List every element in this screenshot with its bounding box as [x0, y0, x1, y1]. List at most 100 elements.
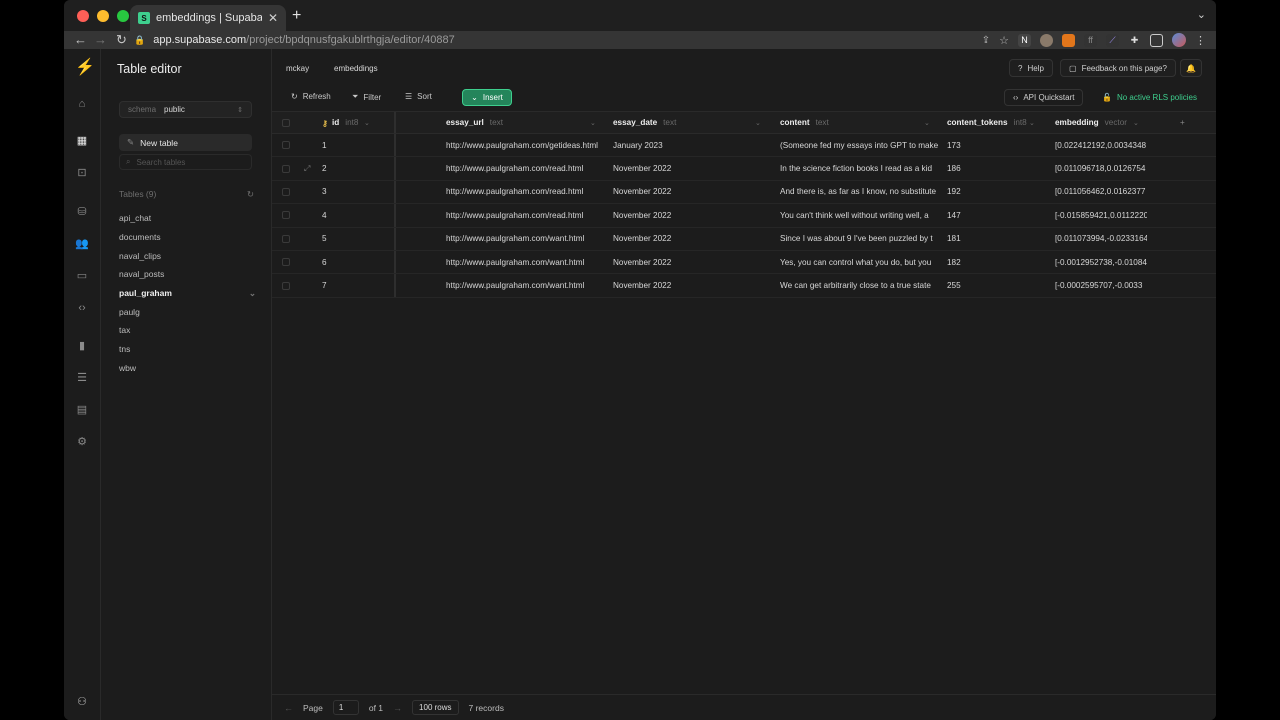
sql-editor-icon[interactable]: ⊡: [75, 166, 89, 180]
table-cell[interactable]: http://www.paulgraham.com/getideas.html: [442, 134, 604, 156]
table-cell[interactable]: 192: [943, 181, 1043, 203]
reports-icon[interactable]: ▮: [75, 339, 89, 353]
select-all-checkbox[interactable]: [282, 118, 290, 127]
table-row[interactable]: ⤢ 2 http://www.paulgraham.com/read.html Nov…: [272, 157, 1216, 181]
close-window-button[interactable]: [77, 10, 89, 22]
maximize-window-button[interactable]: [117, 10, 129, 22]
table-cell[interactable]: (Someone fed my essays into GPT to make: [776, 134, 938, 156]
add-column-icon[interactable]: +: [1176, 112, 1185, 133]
table-cell[interactable]: 5: [318, 228, 378, 250]
profile-avatar[interactable]: [1172, 33, 1186, 47]
table-cell[interactable]: In the science fiction books I read as a…: [776, 157, 938, 179]
puzzle-extensions-icon[interactable]: ✚: [1128, 34, 1141, 47]
column-menu-chevron-icon[interactable]: ⌄: [755, 119, 761, 127]
table-cell[interactable]: 147: [943, 204, 1043, 226]
column-header[interactable]: ⚷ id int8 ⌄: [318, 112, 378, 133]
storage-icon[interactable]: ▭: [75, 269, 89, 283]
tab-search-chevron-icon[interactable]: ⌄: [1197, 8, 1206, 21]
row-checkbox[interactable]: [282, 234, 290, 243]
sidebar-table-item[interactable]: wbw: [119, 359, 256, 378]
breadcrumb-project[interactable]: mckay: [286, 64, 309, 73]
table-options-chevron-icon[interactable]: ⌄: [249, 288, 256, 299]
column-menu-chevron-icon[interactable]: ⌄: [590, 119, 596, 127]
new-table-button[interactable]: ✎ New table: [119, 134, 252, 151]
expand-row-icon[interactable]: ⤢: [304, 164, 311, 174]
sidebar-table-item[interactable]: documents: [119, 228, 256, 247]
table-cell[interactable]: 4: [318, 204, 378, 226]
forward-arrow-icon[interactable]: →: [94, 32, 107, 47]
rls-policies-button[interactable]: 🔓 No active RLS policies: [1094, 89, 1205, 106]
table-cell[interactable]: 2: [318, 157, 378, 179]
minimize-window-button[interactable]: [97, 10, 109, 22]
schema-select[interactable]: schema public ⇕: [119, 101, 252, 118]
column-menu-chevron-icon[interactable]: ⌄: [1029, 119, 1035, 127]
table-cell[interactable]: Since I was about 9 I've been puzzled by…: [776, 228, 938, 250]
table-cell[interactable]: [0.011073994,-0.0233164: [1051, 228, 1147, 250]
chrome-menu-icon[interactable]: ⋮: [1195, 34, 1206, 47]
database-icon[interactable]: ⛁: [75, 205, 89, 219]
sidebar-table-item[interactable]: api_chat: [119, 209, 256, 228]
page-input[interactable]: 1: [332, 700, 359, 715]
rows-per-page-select[interactable]: 100 rows: [412, 700, 459, 715]
table-cell[interactable]: [-0.015859421,0.0112220: [1051, 204, 1147, 226]
table-row[interactable]: 4 http://www.paulgraham.com/read.html Nove…: [272, 204, 1216, 228]
extension-icon[interactable]: [1040, 33, 1053, 47]
table-cell[interactable]: Yes, you can control what you do, but yo…: [776, 251, 938, 273]
row-checkbox[interactable]: [282, 281, 290, 290]
table-cell[interactable]: 255: [943, 274, 1043, 296]
table-cell[interactable]: 6: [318, 251, 378, 273]
insert-button[interactable]: ⌄ Insert: [462, 89, 512, 106]
table-cell[interactable]: http://www.paulgraham.com/want.html: [442, 251, 604, 273]
table-row[interactable]: 5 http://www.paulgraham.com/want.html Nove…: [272, 227, 1216, 251]
row-checkbox[interactable]: [282, 187, 290, 196]
back-arrow-icon[interactable]: ←: [74, 32, 87, 47]
refresh-tables-icon[interactable]: ↻: [247, 189, 254, 200]
table-cell[interactable]: 7: [318, 274, 378, 296]
feedback-button[interactable]: ▢ Feedback on this page?: [1060, 59, 1176, 77]
api-docs-icon[interactable]: ▤: [75, 403, 89, 417]
table-cell[interactable]: [0.011056462,0.0162377: [1051, 181, 1147, 203]
column-menu-chevron-icon[interactable]: ⌄: [924, 119, 930, 127]
bookmark-star-icon[interactable]: ☆: [999, 34, 1009, 47]
table-cell[interactable]: November 2022: [609, 204, 769, 226]
table-row[interactable]: 6 http://www.paulgraham.com/want.html Nove…: [272, 250, 1216, 275]
sidebar-table-item[interactable]: tns: [119, 340, 256, 359]
new-tab-button[interactable]: +: [292, 7, 301, 25]
table-cell[interactable]: [0.022412192,0.0034348: [1051, 134, 1147, 156]
table-cell[interactable]: http://www.paulgraham.com/want.html: [442, 274, 604, 296]
table-editor-icon[interactable]: ▦: [75, 134, 89, 148]
column-menu-chevron-icon[interactable]: ⌄: [364, 119, 370, 127]
table-row[interactable]: 1 http://www.paulgraham.com/getideas.html…: [272, 134, 1216, 158]
sidebar-table-item[interactable]: naval_posts: [119, 265, 256, 284]
table-cell[interactable]: [-0.0002595707,-0.0033: [1051, 274, 1147, 296]
next-page-icon[interactable]: →: [393, 703, 402, 713]
table-cell[interactable]: November 2022: [609, 157, 769, 179]
settings-gear-icon[interactable]: ⚙: [75, 435, 89, 449]
search-tables-input[interactable]: ⌕ Search tables: [119, 154, 252, 170]
account-user-icon[interactable]: ⚇: [75, 695, 89, 709]
table-cell[interactable]: November 2022: [609, 228, 769, 250]
auth-users-icon[interactable]: 👥: [75, 237, 89, 251]
table-row[interactable]: 7 http://www.paulgraham.com/want.html Nove…: [272, 274, 1216, 298]
table-cell[interactable]: 173: [943, 134, 1043, 156]
sidepanel-icon[interactable]: [1150, 33, 1163, 47]
row-checkbox[interactable]: [282, 211, 290, 220]
reload-icon[interactable]: ↻: [116, 32, 127, 48]
edge-functions-icon[interactable]: ‹›: [75, 301, 89, 315]
sidebar-table-item[interactable]: naval_clips: [119, 246, 256, 265]
notifications-button[interactable]: 🔔: [1180, 59, 1202, 77]
filter-button[interactable]: ⏷ Filter: [352, 92, 381, 102]
row-checkbox[interactable]: [282, 141, 290, 150]
table-cell[interactable]: http://www.paulgraham.com/read.html: [442, 157, 604, 179]
sidebar-table-item[interactable]: tax: [119, 321, 256, 340]
pen-extension-icon[interactable]: ⟋: [1106, 33, 1119, 47]
column-menu-chevron-icon[interactable]: ⌄: [1133, 119, 1139, 127]
extension-icon-2[interactable]: ff: [1084, 33, 1097, 47]
table-cell[interactable]: We can get arbitrarily close to a true s…: [776, 274, 938, 296]
previous-page-icon[interactable]: ←: [284, 703, 293, 713]
table-cell[interactable]: And there is, as far as I know, no subst…: [776, 181, 938, 203]
table-cell[interactable]: November 2022: [609, 251, 769, 273]
home-icon[interactable]: ⌂: [75, 97, 89, 111]
share-icon[interactable]: ⇪: [982, 35, 990, 46]
metamask-extension-icon[interactable]: [1062, 33, 1075, 47]
